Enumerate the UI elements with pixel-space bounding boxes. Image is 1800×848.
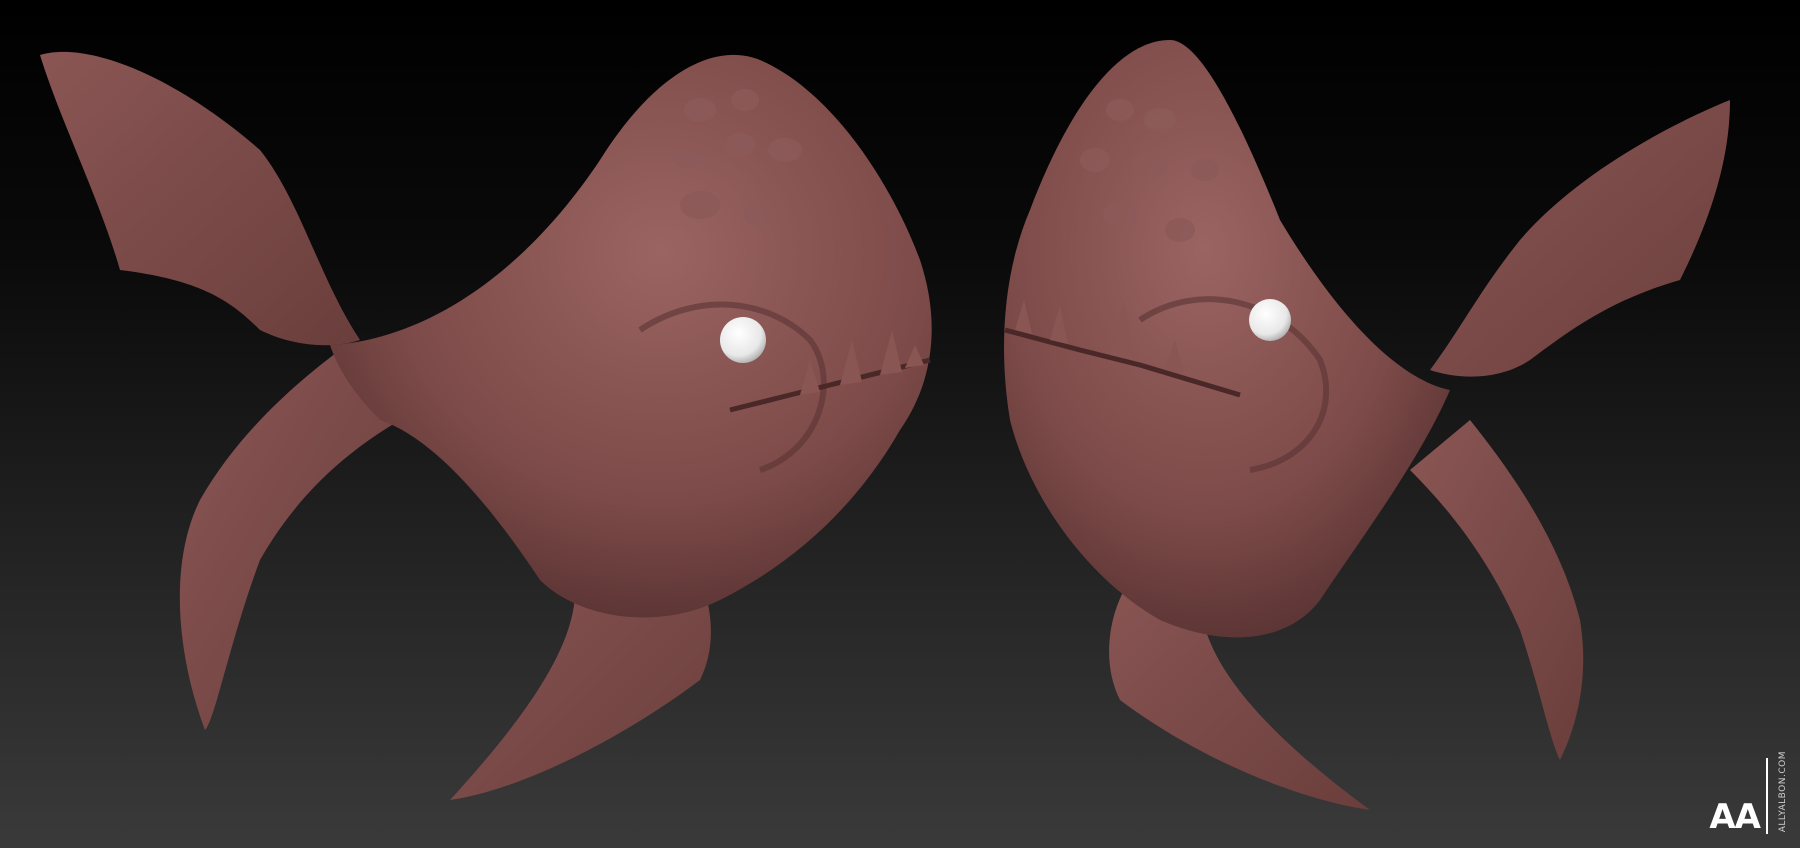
watermark-logo: AA xyxy=(1709,797,1761,837)
watermark-url: ALLYALBON.COM xyxy=(1778,750,1788,832)
right-fish-body xyxy=(1004,40,1450,638)
render-canvas: AA ALLYALBON.COM xyxy=(0,0,1800,848)
watermark: AA ALLYALBON.COM xyxy=(1709,750,1788,834)
sculpt-render xyxy=(40,40,1730,810)
left-fish-tail-lower xyxy=(179,350,400,730)
right-fish-tail-lower xyxy=(1410,420,1584,760)
right-fish xyxy=(1004,40,1730,810)
left-fish-eye xyxy=(720,317,766,363)
right-fish-eye xyxy=(1249,299,1291,341)
left-fish-body xyxy=(330,54,932,618)
left-fish xyxy=(40,51,932,800)
watermark-divider xyxy=(1766,758,1768,834)
left-fish-tail-upper xyxy=(40,51,360,346)
right-fish-tail-upper xyxy=(1430,100,1730,377)
